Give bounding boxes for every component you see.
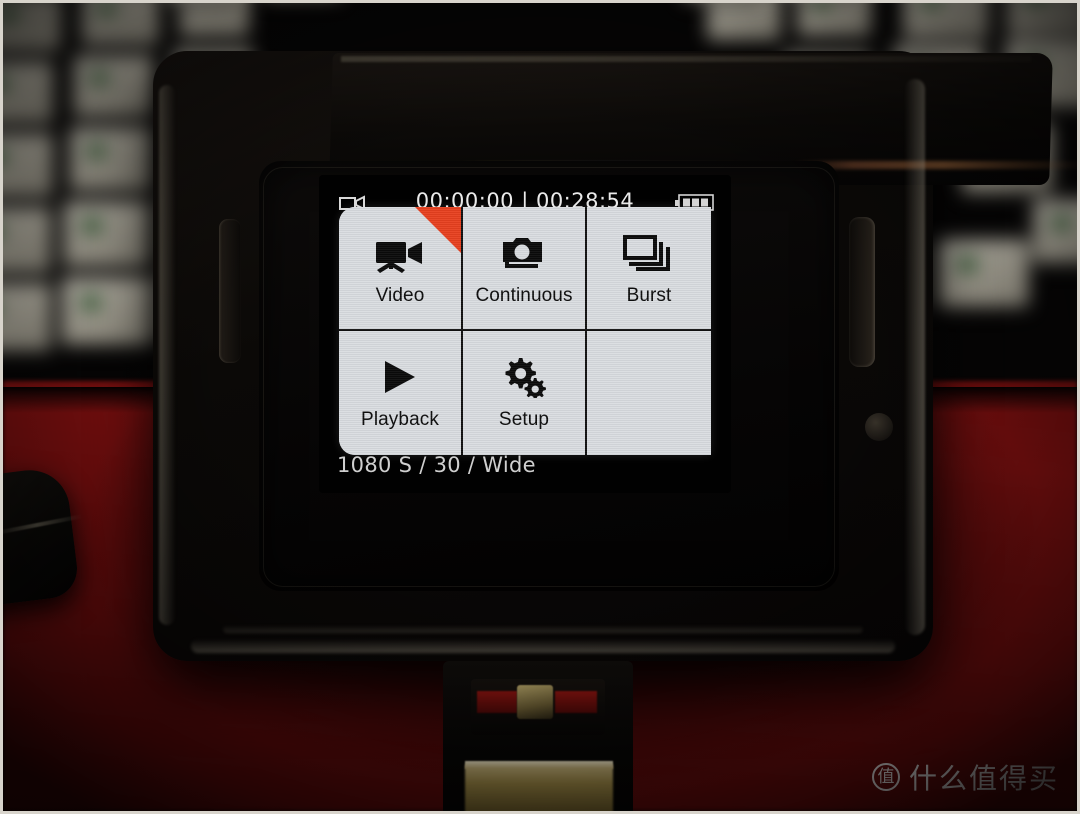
housing-side-button-right[interactable] [849,217,875,367]
play-triangle-icon [377,351,423,403]
camera-stack-icon [499,227,549,279]
housing-lid-rim [341,56,1031,62]
watermark: 值 什么值得买 [871,757,1059,797]
watermark-badge: 值 [871,763,900,791]
housing-edge-bottom [191,639,895,653]
lcd-screen[interactable]: 00:00:00 | 00:28:54 1080 S / 30 / Wide V… [319,175,731,493]
mount-backlight-right [555,691,597,713]
menu-tile-setup[interactable]: Setup [463,331,587,455]
lcd-settings-text: 1080 S / 30 / Wide [337,453,536,477]
mode-menu-panel: Video Continuous Burst Playback Setup [339,207,711,455]
menu-tile-video[interactable]: Video [339,207,463,331]
menu-tile-playback[interactable]: Playback [339,331,463,455]
housing-edge-left [159,85,175,625]
menu-tile-label: Setup [498,409,550,430]
menu-tile-burst[interactable]: Burst [587,207,711,331]
mount-thumbscrew[interactable] [517,685,553,719]
menu-tile-label: Burst [626,285,672,306]
photo-frame: 00:00:00 | 00:28:54 1080 S / 30 / Wide V… [0,0,1080,814]
mount-brass-base [465,763,613,811]
mount-backlight-left [477,691,517,713]
menu-tile-label: Continuous [475,285,573,306]
gears-icon [499,351,549,403]
mount-brass-highlight [465,761,613,769]
housing-edge-right [905,79,925,635]
watermark-text: 什么值得买 [908,762,1059,795]
menu-tile-label: Playback [361,409,439,430]
housing-side-knob[interactable] [865,413,893,441]
menu-tile-label: Video [375,285,425,306]
active-mode-marker [415,207,461,253]
housing-gasket-highlight-b [793,161,1077,169]
housing-edge-bottom-inner [223,625,863,633]
housing-side-button-left[interactable] [219,219,241,363]
menu-tile-empty [587,331,711,455]
menu-tile-continuous[interactable]: Continuous [463,207,587,331]
burst-frames-icon [623,227,675,279]
